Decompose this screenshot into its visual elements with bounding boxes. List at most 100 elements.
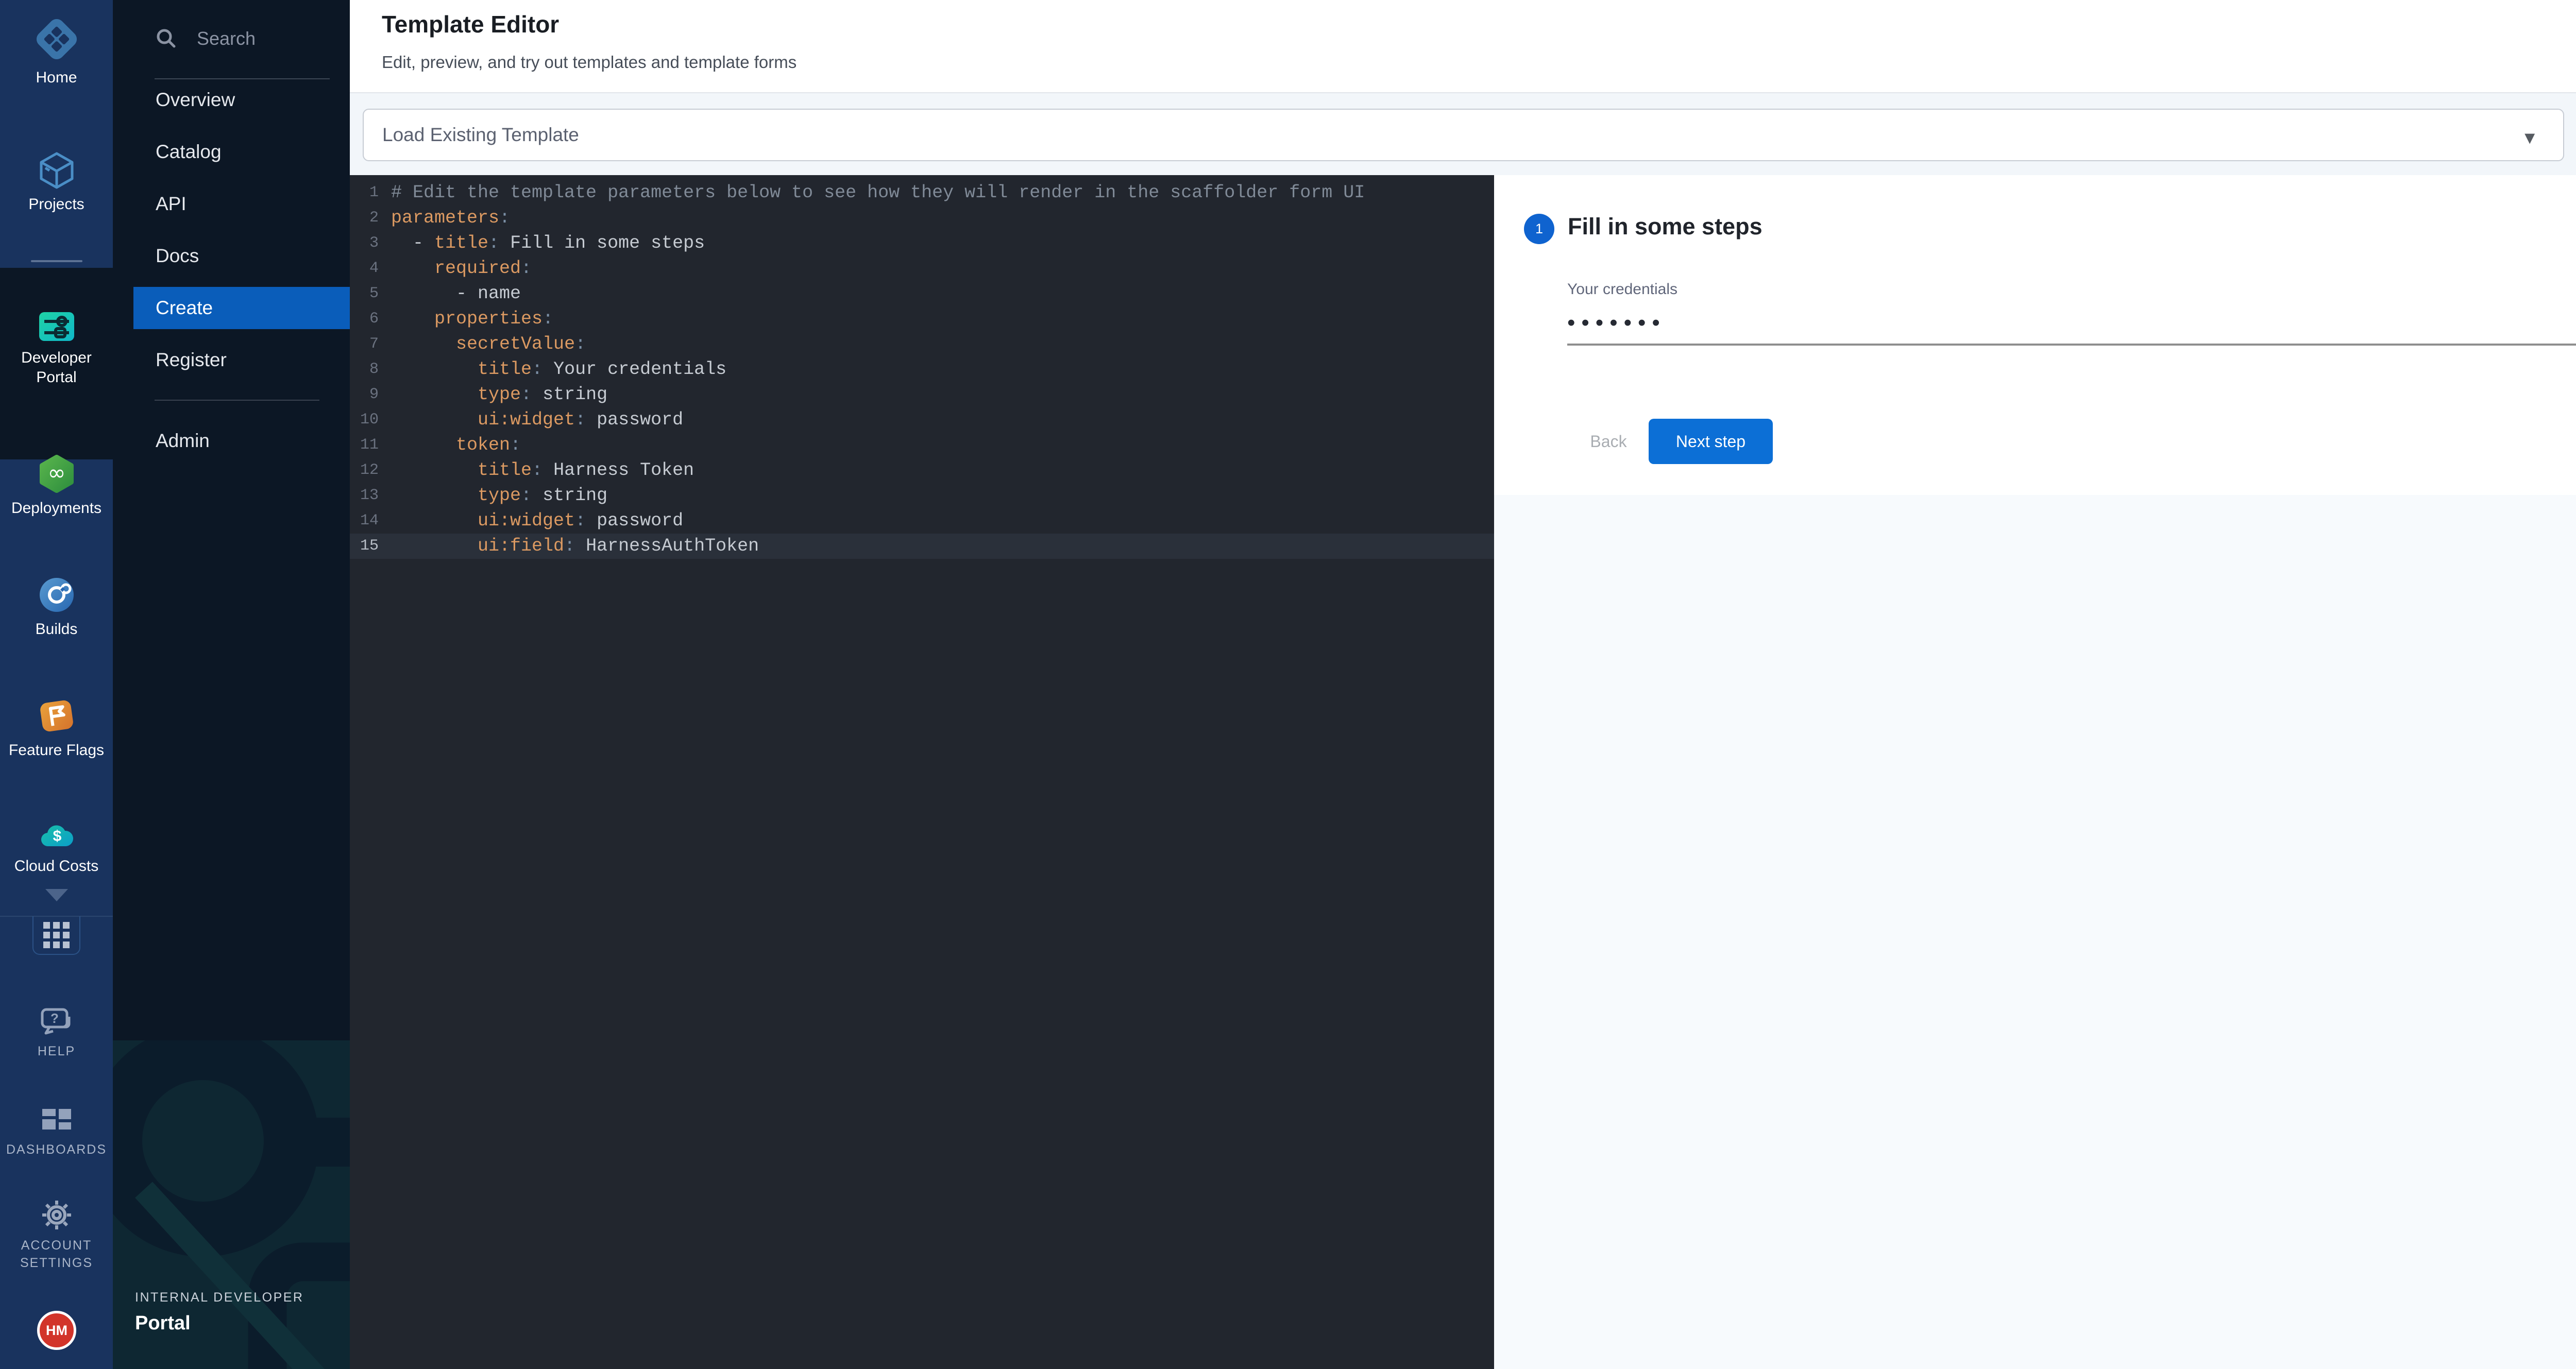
code-text: secretValue: (391, 332, 586, 357)
code-line-15[interactable]: 15 ui:field: HarnessAuthToken (350, 534, 1494, 559)
code-line-12[interactable]: 12 title: Harness Token (350, 458, 1494, 483)
rail-item-label: Developer (0, 348, 113, 368)
code-text: parameters: (391, 206, 510, 231)
sidebar-item-catalog[interactable]: Catalog (113, 126, 350, 178)
search-input[interactable]: Search (155, 21, 330, 57)
rail-item-account-settings[interactable]: ACCOUNT SETTINGS (0, 1199, 113, 1272)
code-line-1[interactable]: 1# Edit the template parameters below to… (350, 180, 1494, 206)
code-text: - title: Fill in some steps (391, 231, 705, 256)
harness-logo-icon (33, 15, 80, 63)
code-line-4[interactable]: 4 required: (350, 256, 1494, 281)
feature-flags-icon (37, 696, 76, 735)
code-line-2[interactable]: 2parameters: (350, 206, 1494, 231)
grid-icon (43, 922, 70, 948)
rail-item-projects[interactable]: Projects (0, 150, 113, 214)
code-text: ui:field: HarnessAuthToken (391, 534, 759, 559)
code-line-7[interactable]: 7 secretValue: (350, 332, 1494, 357)
line-number: 6 (350, 306, 391, 332)
code-line-5[interactable]: 5 - name (350, 281, 1494, 306)
line-number: 4 (350, 256, 391, 281)
line-number: 10 (350, 407, 391, 433)
next-step-button[interactable]: Next step (1649, 419, 1773, 464)
code-text: # Edit the template parameters below to … (391, 180, 1365, 206)
rail-item-help[interactable]: ? HELP (0, 1005, 113, 1060)
developer-portal-icon (37, 310, 76, 343)
template-form-preview: 1 Fill in some steps Your credentials ••… (1494, 175, 2576, 1369)
line-number: 11 (350, 433, 391, 458)
rail-item-cloud-costs[interactable]: $ Cloud Costs (0, 817, 113, 876)
brand-name: Portal (135, 1312, 191, 1334)
yaml-code-editor[interactable]: 1# Edit the template parameters below to… (350, 175, 1494, 1369)
sidebar-item-overview[interactable]: Overview (113, 74, 350, 126)
svg-text:?: ? (50, 1011, 59, 1026)
step-number-badge: 1 (1524, 214, 1554, 244)
rail-item-home[interactable]: Home (0, 15, 113, 88)
code-text: - name (391, 281, 521, 306)
dashboards-icon (40, 1106, 73, 1136)
code-line-14[interactable]: 14 ui:widget: password (350, 508, 1494, 534)
cloud-costs-icon: $ (37, 817, 76, 851)
dropdown-value: Load Existing Template (382, 124, 579, 146)
credentials-field-label: Your credentials (1567, 281, 1677, 298)
code-line-11[interactable]: 11 token: (350, 433, 1494, 458)
code-text: properties: (391, 306, 553, 332)
sidebar-item-admin[interactable]: Admin (113, 415, 350, 467)
code-line-9[interactable]: 9 type: string (350, 382, 1494, 407)
search-placeholder: Search (197, 28, 256, 49)
rail-item-label: ACCOUNT (0, 1237, 113, 1254)
code-text: title: Your credentials (391, 357, 726, 382)
module-picker-button[interactable] (32, 916, 80, 955)
line-number: 2 (350, 206, 391, 231)
rail-item-builds[interactable]: Builds (0, 575, 113, 639)
page-title: Template Editor (382, 10, 559, 38)
code-line-8[interactable]: 8 title: Your credentials (350, 357, 1494, 382)
help-chat-icon: ? (39, 1005, 74, 1037)
page-subtitle: Edit, preview, and try out templates and… (382, 53, 796, 72)
line-number: 7 (350, 332, 391, 357)
credentials-password-input[interactable]: ••••••• (1567, 310, 1666, 336)
chevron-down-icon[interactable] (45, 889, 68, 901)
rail-item-label: Home (0, 68, 113, 88)
line-number: 5 (350, 281, 391, 306)
sidebar-item-create[interactable]: Create (133, 287, 350, 329)
rail-item-label: SETTINGS (0, 1254, 113, 1272)
svg-text:$: $ (53, 828, 61, 845)
rail-item-label: Builds (0, 620, 113, 639)
user-avatar[interactable]: HM (37, 1311, 76, 1350)
projects-cube-icon (37, 150, 76, 190)
sidebar-item-docs[interactable]: Docs (113, 230, 350, 282)
line-number: 15 (350, 534, 391, 559)
line-number: 9 (350, 382, 391, 407)
rail-item-label: Feature Flags (0, 741, 113, 760)
search-icon (155, 27, 178, 50)
code-line-3[interactable]: 3 - title: Fill in some steps (350, 231, 1494, 256)
rail-item-label: DASHBOARDS (0, 1141, 113, 1158)
line-number: 12 (350, 458, 391, 483)
line-number: 3 (350, 231, 391, 256)
code-text: type: string (391, 382, 607, 407)
code-text: required: (391, 256, 532, 281)
rail-item-label: HELP (0, 1042, 113, 1060)
caret-down-icon: ▼ (2521, 128, 2538, 148)
sidebar: Search OverviewCatalogAPIDocs Create Regis… (113, 0, 350, 1369)
rail-item-label: Cloud Costs (0, 857, 113, 876)
line-number: 8 (350, 357, 391, 382)
rail-item-developer-portal[interactable]: Developer Portal (0, 310, 113, 387)
rail-item-deployments[interactable]: ∞ Deployments (0, 454, 113, 518)
code-text: ui:widget: password (391, 508, 683, 534)
template-toolbar: Load Existing Template ▼ ✕ (350, 92, 2576, 175)
code-line-10[interactable]: 10 ui:widget: password (350, 407, 1494, 433)
deployments-icon: ∞ (37, 454, 76, 493)
back-button[interactable]: Back (1578, 419, 1639, 464)
code-line-6[interactable]: 6 properties: (350, 306, 1494, 332)
rail-item-dashboards[interactable]: DASHBOARDS (0, 1106, 113, 1158)
gear-icon (40, 1199, 73, 1231)
rail-item-feature-flags[interactable]: Feature Flags (0, 696, 113, 760)
rail-divider (31, 260, 82, 262)
sidebar-item-api[interactable]: API (113, 178, 350, 230)
load-template-dropdown[interactable]: Load Existing Template ▼ (363, 109, 2564, 161)
code-line-13[interactable]: 13 type: string (350, 483, 1494, 508)
sidenav-divider (113, 386, 350, 415)
code-text: type: string (391, 483, 607, 508)
sidebar-item-register[interactable]: Register (113, 334, 350, 386)
